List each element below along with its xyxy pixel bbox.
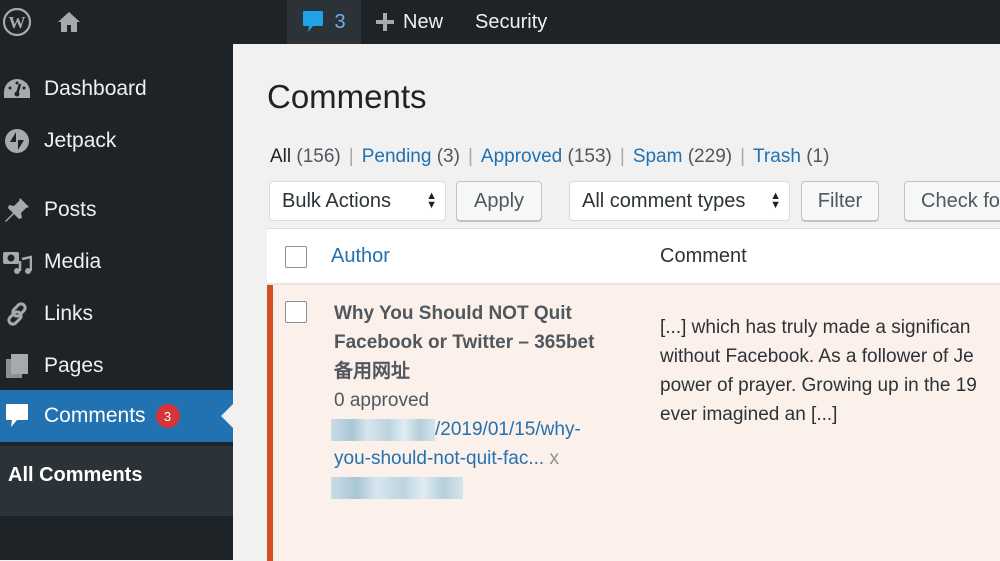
page-title: Comments <box>267 78 427 115</box>
filter-all[interactable]: All (156) <box>270 146 341 167</box>
filter-spam[interactable]: Spam <box>633 146 683 167</box>
select-all-checkbox[interactable] <box>285 246 307 268</box>
redacted-ip <box>331 476 463 499</box>
sidebar-item-label: Media <box>44 250 102 273</box>
row-checkbox[interactable] <box>285 301 307 323</box>
adminbar-new-button[interactable]: New <box>375 0 443 44</box>
svg-text:W: W <box>9 13 26 32</box>
adminbar-security-label: Security <box>475 10 548 33</box>
media-icon <box>0 247 34 277</box>
select-arrows-icon: ▲ ▼ <box>770 190 781 211</box>
comment-excerpt: [...] which has truly made a significan … <box>660 317 977 425</box>
sidebar-item-comments[interactable]: Comments 3 <box>0 390 233 442</box>
sidebar-item-jetpack[interactable]: Jetpack <box>0 115 233 167</box>
adminbar-security-button[interactable]: Security <box>475 0 547 44</box>
pending-count-badge: 3 <box>155 404 180 428</box>
approved-count: 0 approved <box>334 390 430 411</box>
author-name[interactable]: Why You Should NOT Quit Facebook or Twit… <box>334 299 634 386</box>
check-for-spam-button[interactable]: Check fo <box>904 181 1000 221</box>
bulk-actions-select[interactable]: Bulk Actions ▲ ▼ <box>269 181 446 221</box>
status-filter-links: All (156) | Pending (3) | Approved (153) | Spa… <box>270 146 830 167</box>
main-content: Comments All (156) | Pending (3) | Approved … <box>233 44 1000 561</box>
pages-icon <box>0 351 34 381</box>
column-author-header[interactable]: Author <box>331 245 390 268</box>
plus-icon <box>376 13 394 31</box>
filter-trash[interactable]: Trash <box>753 146 801 167</box>
redacted-domain <box>331 418 435 441</box>
jetpack-icon <box>0 126 34 156</box>
filter-button[interactable]: Filter <box>801 181 879 221</box>
comment-type-select[interactable]: All comment types ▲ ▼ <box>569 181 790 221</box>
comments-submenu: All Comments <box>0 446 233 516</box>
dashboard-icon <box>0 74 34 104</box>
adminbar-comments-button[interactable]: 3 <box>287 0 361 44</box>
link-icon <box>0 299 34 329</box>
sidebar-item-posts[interactable]: Posts <box>0 184 233 236</box>
comments-table: Author Comment Why You Should NOT Quit F… <box>267 228 1000 561</box>
sidebar-item-label: Pages <box>44 354 104 377</box>
adminbar-comments-count: 3 <box>334 10 346 33</box>
table-header: Author Comment <box>267 229 1000 285</box>
filter-approved[interactable]: Approved <box>481 146 562 167</box>
comment-author: Why You Should NOT Quit Facebook or Twit… <box>331 299 634 502</box>
sidebar-item-dashboard[interactable]: Dashboard <box>0 63 233 115</box>
remove-url-button[interactable]: x <box>549 448 559 469</box>
select-arrows-icon: ▲ ▼ <box>426 190 437 211</box>
column-comment-header: Comment <box>660 245 747 267</box>
wordpress-logo-icon: W <box>2 7 32 37</box>
author-url-link[interactable]: /2019/01/15/why- you-should-not-quit-fac… <box>331 415 634 473</box>
comment-bubble-icon <box>303 11 324 32</box>
home-button[interactable] <box>54 0 84 44</box>
admin-sidebar: Dashboard Jetpack Posts Media Links Page… <box>0 44 233 560</box>
home-icon <box>58 12 80 32</box>
sidebar-item-links[interactable]: Links <box>0 288 233 340</box>
sidebar-item-label: Links <box>44 302 94 325</box>
comment-icon <box>0 401 34 431</box>
apply-button[interactable]: Apply <box>456 181 542 221</box>
table-row: Why You Should NOT Quit Facebook or Twit… <box>267 285 1000 561</box>
sidebar-item-media[interactable]: Media <box>0 236 233 288</box>
submenu-item-all-comments[interactable]: All Comments <box>8 464 142 487</box>
adminbar-new-label: New <box>403 10 444 33</box>
wordpress-logo-button[interactable]: W <box>0 0 34 44</box>
sidebar-item-label: Posts <box>44 198 97 221</box>
sidebar-item-label: Dashboard <box>44 77 147 100</box>
sidebar-item-label: Jetpack <box>44 129 117 152</box>
admin-bar: W 3 New Security <box>0 0 1000 44</box>
current-menu-arrow <box>221 404 233 428</box>
filter-pending[interactable]: Pending <box>362 146 432 167</box>
pin-icon <box>0 195 34 225</box>
sidebar-item-label: Comments <box>44 404 146 427</box>
sidebar-item-pages[interactable]: Pages <box>0 340 233 392</box>
